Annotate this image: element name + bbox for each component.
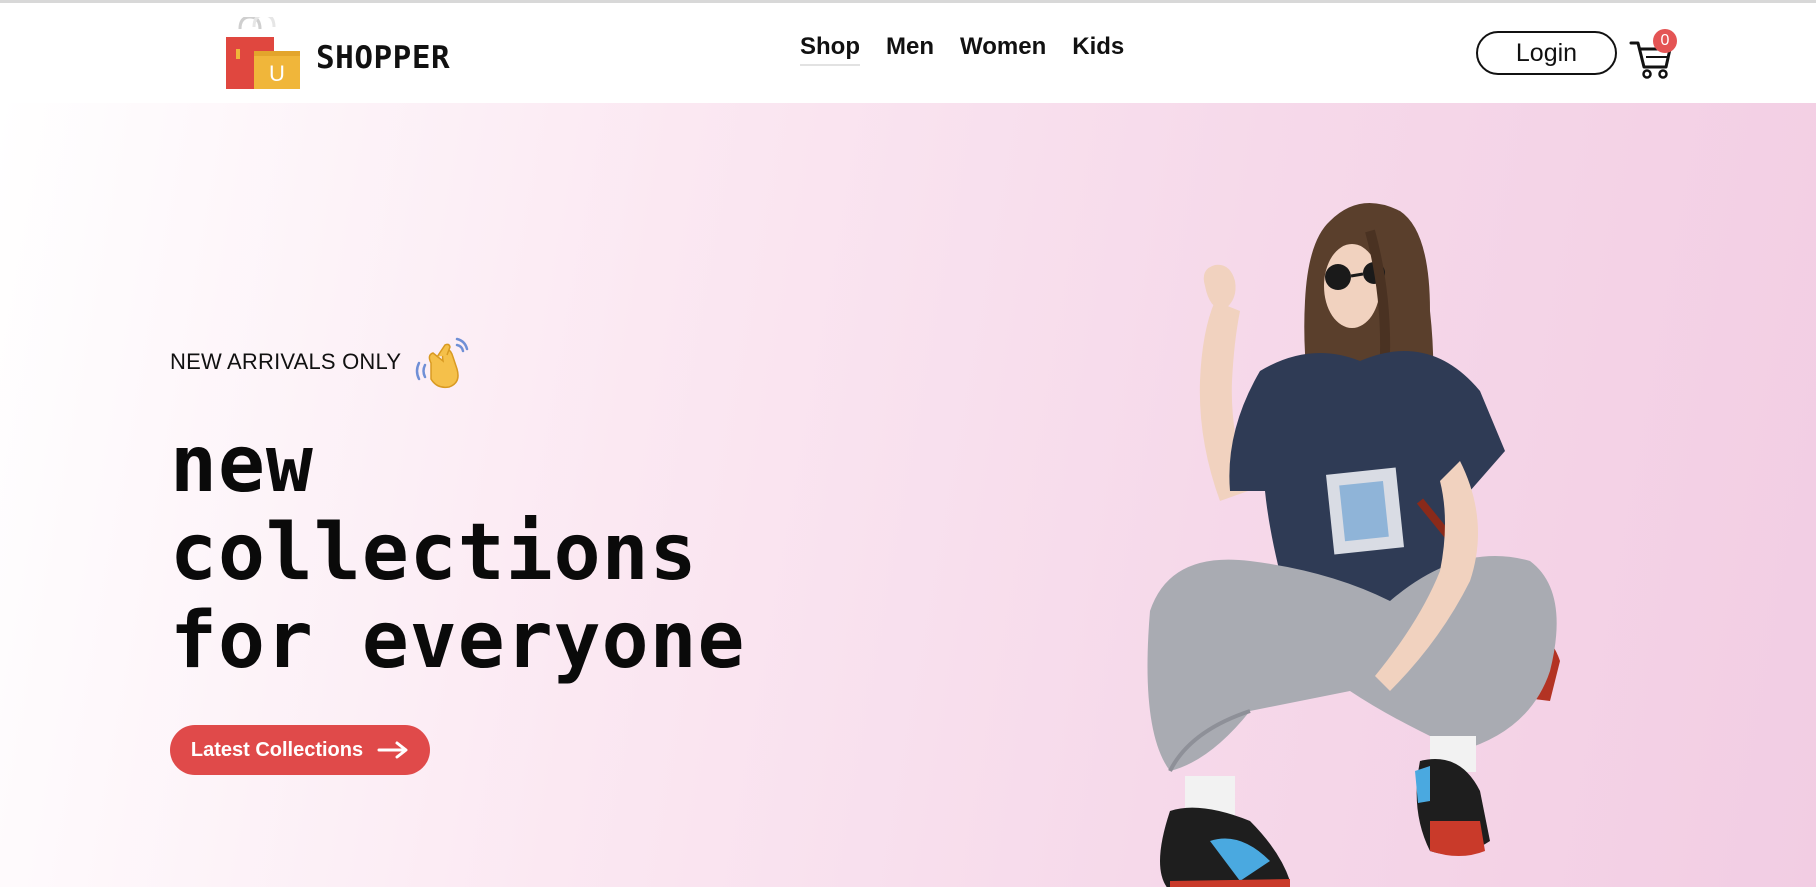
hero-section: NEW ARRIVALS ONLY new collections for ev… — [0, 103, 1816, 887]
headline-line-3: for everyone — [170, 596, 746, 686]
cart-count-badge: 0 — [1653, 29, 1677, 53]
nav-item-women[interactable]: Women — [960, 33, 1046, 66]
logo-letter: U — [269, 61, 285, 86]
navbar: U SHOPPER Shop Men Women Kids Login 0 — [0, 3, 1816, 103]
hero-text-block: NEW ARRIVALS ONLY new collections for ev… — [170, 333, 746, 775]
latest-collections-label: Latest Collections — [190, 738, 364, 761]
latest-collections-button[interactable]: Latest Collections — [170, 725, 430, 775]
headline-line-1: new — [170, 420, 314, 510]
nav-item-kids[interactable]: Kids — [1072, 33, 1124, 66]
headline-line-2: collections — [170, 508, 698, 598]
hero-headline: new collections for everyone — [170, 421, 746, 685]
cart-button[interactable]: 0 — [1628, 29, 1678, 79]
arrow-right-icon — [377, 741, 408, 759]
nav-item-men[interactable]: Men — [886, 33, 934, 66]
brand-name: SHOPPER — [316, 40, 451, 76]
logo[interactable]: U SHOPPER — [224, 17, 450, 89]
waving-hand-icon — [415, 337, 469, 389]
shopping-bags-icon: U — [226, 17, 300, 89]
tagline-row: NEW ARRIVALS ONLY — [170, 333, 746, 391]
nav-menu: Shop Men Women Kids — [800, 33, 1124, 66]
nav-item-shop[interactable]: Shop — [800, 33, 860, 66]
login-button[interactable]: Login — [1476, 31, 1617, 75]
tagline: NEW ARRIVALS ONLY — [170, 349, 402, 374]
hero-model-image — [1147, 203, 1560, 887]
